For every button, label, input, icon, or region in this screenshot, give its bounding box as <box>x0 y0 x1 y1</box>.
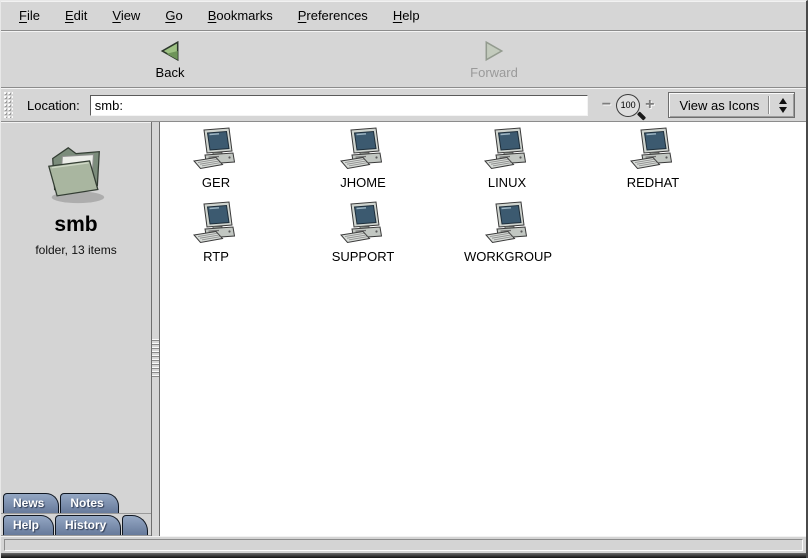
folder-icon <box>39 141 113 207</box>
computer-icon <box>483 127 531 171</box>
file-label: WORKGROUP <box>464 249 552 264</box>
zoom-in-icon[interactable]: + <box>645 97 654 113</box>
computer-icon <box>339 201 387 245</box>
status-text <box>4 539 803 551</box>
location-label: Location: <box>27 98 80 113</box>
forward-label: Forward <box>470 65 518 80</box>
file-label: LINUX <box>488 175 526 190</box>
computer-icon <box>484 201 532 245</box>
content-area: smb folder, 13 items News Notes Help His… <box>1 122 806 536</box>
tab-news[interactable]: News <box>3 493 59 513</box>
network-host-item[interactable]: REDHAT <box>598 127 708 190</box>
window-bottom-edge <box>1 553 806 558</box>
back-icon <box>20 40 320 62</box>
file-manager-window: File Edit View Go Bookmarks Preferences … <box>0 0 808 558</box>
file-label: REDHAT <box>627 175 679 190</box>
network-host-item[interactable]: WORKGROUP <box>453 201 563 264</box>
file-label: JHOME <box>340 175 386 190</box>
zoom-level-indicator[interactable]: 100 <box>616 94 640 117</box>
status-bar <box>1 536 806 553</box>
sidebar-title: smb <box>54 213 97 237</box>
up-button[interactable]: Up <box>661 37 808 83</box>
menu-go[interactable]: Go <box>161 6 186 25</box>
file-label: RTP <box>203 249 229 264</box>
menu-edit[interactable]: Edit <box>61 6 91 25</box>
splitter-grip-icon[interactable] <box>152 339 159 379</box>
computer-icon <box>339 127 387 171</box>
menu-bookmarks[interactable]: Bookmarks <box>204 6 277 25</box>
menu-help[interactable]: Help <box>389 6 424 25</box>
computer-icon <box>629 127 677 171</box>
pane-splitter[interactable] <box>151 122 160 536</box>
dropdown-separator <box>769 96 770 114</box>
arrow-up-icon <box>779 98 787 104</box>
sidebar-tab-row: Help History <box>1 514 151 536</box>
menu-bar: File Edit View Go Bookmarks Preferences … <box>1 1 806 31</box>
zoom-level-value: 100 <box>621 100 636 110</box>
tab-help[interactable]: Help <box>3 515 54 535</box>
network-host-item[interactable]: LINUX <box>452 127 562 190</box>
file-label: GER <box>202 175 230 190</box>
tab-notes[interactable]: Notes <box>60 493 118 513</box>
location-bar-drag-handle[interactable] <box>4 92 13 118</box>
sidebar: smb folder, 13 items News Notes Help His… <box>1 122 151 536</box>
zoom-out-icon[interactable]: − <box>602 97 611 113</box>
toolbar: Back Forward Up Refresh Home Web Search … <box>1 31 806 88</box>
arrow-down-icon <box>779 107 787 113</box>
forward-icon <box>344 40 644 62</box>
tab-history[interactable]: History <box>55 515 121 535</box>
menu-view[interactable]: View <box>108 6 144 25</box>
back-button[interactable]: Back <box>13 37 327 83</box>
view-as-dropdown[interactable]: View as Icons <box>668 92 795 118</box>
computer-icon <box>192 127 240 171</box>
location-bar: Location: − 100 + View as Icons <box>1 88 806 122</box>
sidebar-tab-row: News Notes <box>1 492 151 514</box>
icon-view: GER JHOME LINUX REDHAT RTP SUPPORT <box>160 122 806 536</box>
network-host-item[interactable]: RTP <box>161 201 271 264</box>
view-as-label: View as Icons <box>679 98 759 113</box>
up-icon <box>668 40 808 62</box>
location-input[interactable] <box>90 95 588 116</box>
back-label: Back <box>156 65 185 80</box>
tab-stub <box>122 515 148 535</box>
zoom-control: − 100 + <box>602 94 655 117</box>
forward-button[interactable]: Forward <box>337 37 651 83</box>
computer-icon <box>192 201 240 245</box>
network-host-item[interactable]: JHOME <box>308 127 418 190</box>
dropdown-arrows-icon <box>776 98 790 113</box>
network-host-item[interactable]: SUPPORT <box>308 201 418 264</box>
network-host-item[interactable]: GER <box>161 127 271 190</box>
sidebar-tabs: News Notes Help History <box>1 492 151 536</box>
menu-preferences[interactable]: Preferences <box>294 6 372 25</box>
sidebar-item-count: folder, 13 items <box>35 243 116 257</box>
menu-file[interactable]: File <box>15 6 44 25</box>
file-label: SUPPORT <box>332 249 395 264</box>
